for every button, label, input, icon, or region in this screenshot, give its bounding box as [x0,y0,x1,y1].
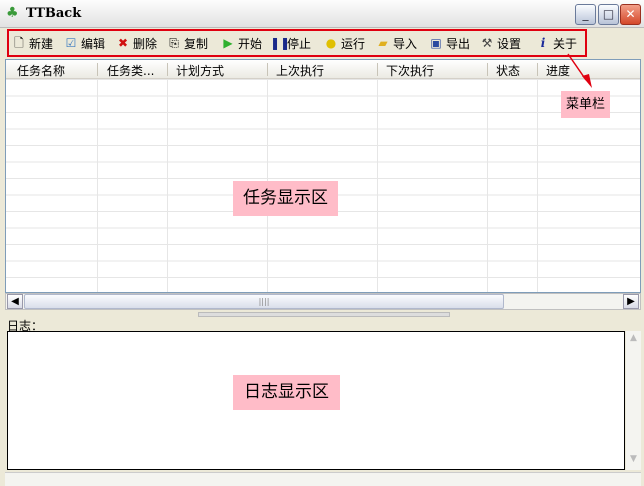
column-header[interactable]: 任务类... [107,62,154,79]
app-icon: ♣ [6,5,19,21]
grid-line [537,79,538,292]
grid-line [167,79,168,292]
minimize-button[interactable]: _ [575,4,596,25]
column-divider[interactable] [537,63,538,76]
column-divider[interactable] [377,63,378,76]
maximize-button[interactable]: □ [598,4,619,25]
splitter-handle[interactable] [198,312,450,317]
column-divider[interactable] [97,63,98,76]
column-divider[interactable] [167,63,168,76]
grid-line [377,79,378,292]
column-header[interactable]: 状态 [496,62,520,79]
table-header: 任务名称 任务类... 计划方式 上次执行 下次执行 状态 进度 [6,60,640,79]
column-header[interactable]: 上次执行 [276,62,324,79]
scroll-right-button[interactable]: ▶ [623,294,639,309]
column-header[interactable]: 下次执行 [386,62,434,79]
task-area-annotation: 任务显示区 [233,181,338,216]
column-header[interactable]: 计划方式 [176,62,224,79]
menu-annotation: 菜单栏 [561,91,610,118]
annotation-arrow [567,53,592,88]
log-vertical-scrollbar[interactable]: ▲ ▼ [626,331,641,470]
scroll-left-button[interactable]: ◀ [7,294,23,309]
close-button[interactable]: ✕ [620,4,641,25]
scroll-thumb[interactable]: |||| [24,294,504,309]
window-title: TTBack [26,6,82,21]
scroll-up-button[interactable]: ▲ [627,333,640,347]
title-bar: ♣ TTBack _ □ ✕ [0,0,644,28]
task-table: 任务名称 任务类... 计划方式 上次执行 下次执行 状态 进度 [5,59,641,293]
log-area-annotation: 日志显示区 [233,375,340,410]
toolbar-highlight-box [7,29,587,57]
scroll-down-button[interactable]: ▼ [627,454,640,468]
grid-line [487,79,488,292]
column-header[interactable]: 任务名称 [17,62,65,79]
log-horizontal-scrollbar[interactable] [5,472,641,486]
horizontal-scrollbar[interactable]: ◀ |||| ▶ [5,293,641,310]
column-divider[interactable] [487,63,488,76]
column-divider[interactable] [267,63,268,76]
grid-line [97,79,98,292]
